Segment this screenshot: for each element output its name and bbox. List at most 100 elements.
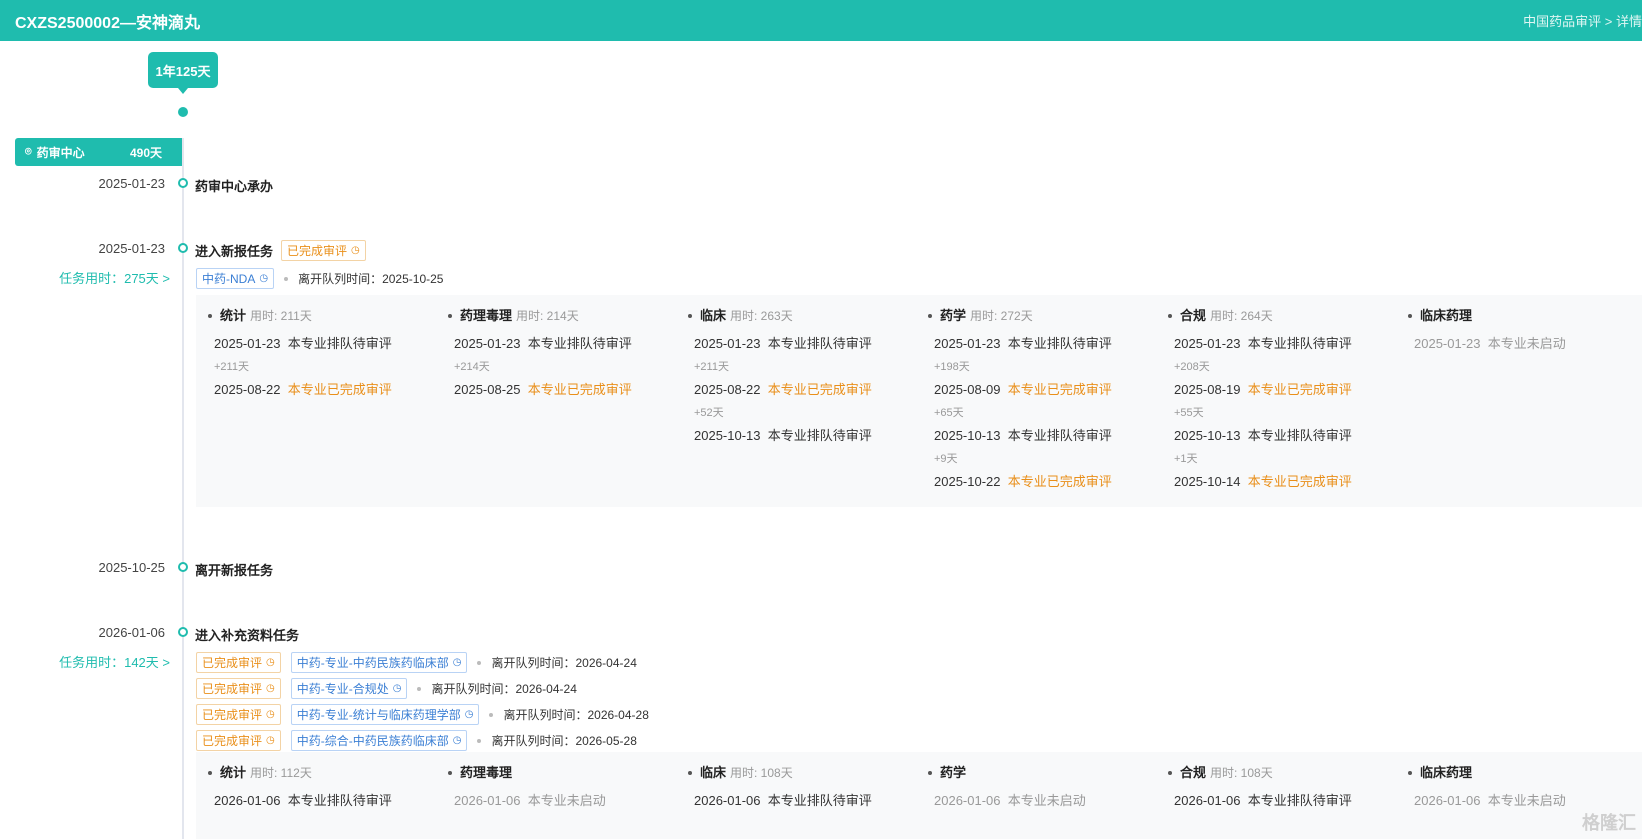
timeline-node	[178, 562, 188, 572]
entry-date: 2025-10-13	[1174, 428, 1241, 443]
separator-dot	[477, 738, 482, 743]
review-entry: 2025-01-23 本专业排队待审评	[694, 333, 872, 352]
status-badge[interactable]: 已完成审评 ◷	[196, 730, 281, 751]
bullet-icon	[448, 313, 452, 318]
discipline-usage: 用时: 264天	[1210, 309, 1273, 323]
event-title: 离开新报任务	[195, 560, 273, 579]
queue-row: 已完成审评 ◷ 中药-专业-合规处 ◷ 离开队列时间：2026-04-24	[196, 678, 577, 699]
queue-tag[interactable]: 中药-专业-中药民族药临床部 ◷	[290, 652, 468, 673]
entry-date: 2025-01-23	[1414, 336, 1481, 351]
clock-icon: ◷	[266, 657, 275, 668]
discipline-name: 药理毒理	[460, 765, 513, 780]
bullet-icon	[208, 770, 212, 775]
entry-date: 2025-08-22	[694, 382, 761, 397]
bullet-icon	[1408, 770, 1412, 775]
discipline-header: 药学	[916, 762, 970, 781]
review-entry: 2025-08-19 本专业已完成审评	[1174, 379, 1352, 398]
clock-icon: ◷	[452, 735, 462, 746]
review-entry: 2025-01-23 本专业未启动	[1414, 333, 1566, 352]
bullet-icon	[1408, 313, 1412, 318]
review-entry: 2026-01-06 本专业排队待审评	[694, 790, 872, 809]
clock-icon: ◷	[351, 245, 360, 256]
review-entry: 2026-01-06 本专业排队待审评	[1174, 790, 1352, 809]
review-entry: 2025-01-23 本专业排队待审评	[454, 333, 632, 352]
discipline-usage: 用时: 272天	[970, 309, 1033, 323]
entry-status: 本专业已完成审评	[1007, 382, 1112, 397]
entry-status: 本专业排队待审评	[1247, 336, 1352, 351]
breadcrumb[interactable]: 中国药品审评 > 详情	[1523, 11, 1642, 30]
entry-date: 2026-01-06	[214, 793, 281, 808]
status-badge[interactable]: 已完成审评 ◷	[196, 704, 281, 725]
queue-tag[interactable]: 中药-专业-统计与临床药理学部 ◷	[290, 704, 480, 725]
clock-icon: ◷	[464, 709, 474, 720]
queue-row: 中药-NDA ◷ 离开队列时间：2025-10-25	[196, 268, 443, 289]
discipline-name: 合规	[1180, 765, 1207, 780]
discipline-header: 统计 用时: 112天	[196, 762, 312, 781]
discipline-name: 药学	[940, 308, 967, 323]
top-header: CXZS2500002—安神滴丸 中国药品审评 > 详情	[0, 0, 1642, 41]
center-days: 490天	[129, 145, 162, 160]
queue-tag[interactable]: 中药-NDA ◷	[196, 268, 275, 289]
entry-status: 本专业排队待审评	[1247, 793, 1352, 808]
entry-status: 本专业未启动	[1487, 793, 1566, 808]
queue-tag[interactable]: 中药-综合-中药民族药临床部 ◷	[290, 730, 468, 751]
entry-status: 本专业排队待审评	[1007, 336, 1112, 351]
review-entry: 2026-01-06 本专业排队待审评	[214, 790, 392, 809]
timeline-node	[178, 178, 188, 188]
clock-icon: ◷	[266, 735, 275, 746]
entry-date: 2025-01-23	[454, 336, 521, 351]
entry-date: 2026-01-06	[694, 793, 761, 808]
leave-time: 离开队列时间：2025-10-25	[298, 272, 444, 286]
timeline-node	[178, 627, 188, 637]
discipline-usage: 用时: 263天	[730, 309, 793, 323]
task-usage-link[interactable]: 任务用时：275天 >	[15, 268, 170, 287]
review-panel-1: 统计 用时: 211天 2025-01-23 本专业排队待审评 +211天 2025-0…	[196, 295, 1642, 507]
entry-status: 本专业排队待审评	[287, 336, 392, 351]
total-duration-bubble: 1年125天	[148, 52, 218, 94]
event-title: 进入新报任务 已完成审评 ◷	[195, 240, 366, 261]
discipline-name: 临床药理	[1420, 765, 1473, 780]
duration-gap: +198天	[934, 361, 970, 373]
discipline-name: 临床	[700, 765, 727, 780]
entry-status: 本专业已完成审评	[767, 382, 872, 397]
review-entry: 2025-08-09 本专业已完成审评	[934, 379, 1112, 398]
discipline-usage: 用时: 108天	[1210, 766, 1273, 780]
review-entry: 2025-08-22 本专业已完成审评	[214, 379, 392, 398]
timeline-start-dot	[178, 107, 188, 117]
bullet-icon	[1168, 770, 1172, 775]
separator-dot	[489, 712, 494, 717]
review-entry: 2025-10-22 本专业已完成审评	[934, 471, 1112, 490]
review-entry: 2025-08-25 本专业已完成审评	[454, 379, 632, 398]
discipline-header: 药理毒理 用时: 214天	[436, 305, 579, 324]
discipline-header: 临床药理	[1396, 305, 1476, 324]
event-title: 药审中心承办	[195, 176, 273, 195]
review-entry: 2025-10-14 本专业已完成审评	[1174, 471, 1352, 490]
duration-gap: +9天	[934, 453, 958, 465]
status-badge[interactable]: 已完成审评 ◷	[281, 240, 366, 261]
discipline-name: 合规	[1180, 308, 1207, 323]
discipline-name: 临床药理	[1420, 308, 1473, 323]
entry-status: 本专业已完成审评	[1247, 474, 1352, 489]
review-entry: 2025-01-23 本专业排队待审评	[1174, 333, 1352, 352]
entry-status: 本专业排队待审评	[527, 336, 632, 351]
duration-gap: +1天	[1174, 453, 1198, 465]
event-label: 离开新报任务	[195, 563, 274, 578]
status-badge[interactable]: 已完成审评 ◷	[196, 652, 281, 673]
review-entry: 2026-01-06 本专业未启动	[1414, 790, 1566, 809]
separator-dot	[417, 686, 422, 691]
entry-status: 本专业排队待审评	[1247, 428, 1352, 443]
separator-dot	[284, 276, 289, 281]
review-entry: 2025-10-13 本专业排队待审评	[934, 425, 1112, 444]
discipline-header: 合规 用时: 264天	[1156, 305, 1273, 324]
separator-dot	[477, 660, 482, 665]
leave-time: 离开队列时间：2026-04-24	[491, 656, 637, 670]
task-usage-link[interactable]: 任务用时：142天 >	[15, 652, 170, 671]
clock-icon: ◷	[266, 683, 275, 694]
watermark-logo: 格隆汇	[1582, 813, 1636, 833]
entry-date: 2026-01-06	[1414, 793, 1481, 808]
clock-icon: ◷	[266, 709, 275, 720]
queue-tag[interactable]: 中药-专业-合规处 ◷	[290, 678, 408, 699]
duration-gap: +211天	[694, 361, 729, 373]
center-bar: ⌾ 药审中心 490天	[15, 138, 182, 166]
status-badge[interactable]: 已完成审评 ◷	[196, 678, 281, 699]
